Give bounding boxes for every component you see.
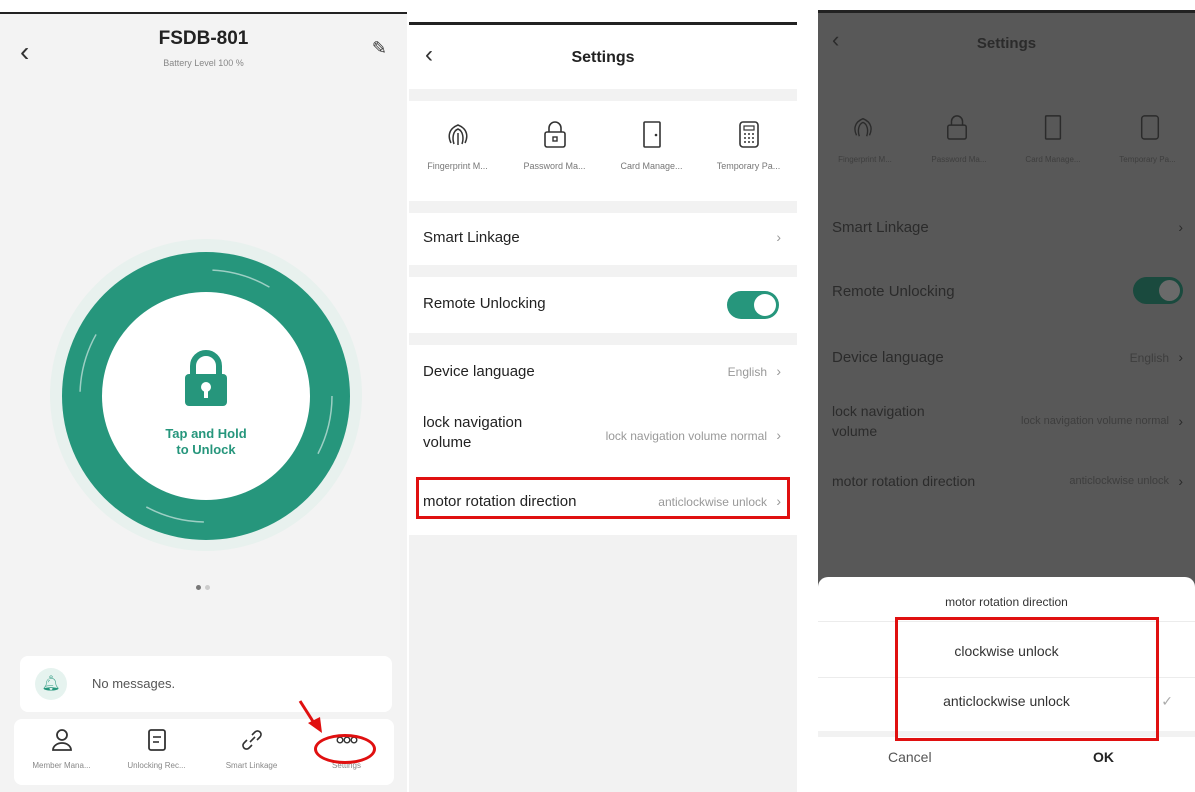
nav-volume-label: lock navigation volume [832,401,925,441]
motor-direction-value: anticlockwise unlock [1069,475,1169,487]
lock-icon [947,115,967,140]
keypad-icon [1140,115,1160,140]
quick-label: Fingerprint M... [427,161,488,171]
smart-linkage-label: Smart Linkage [832,219,929,236]
link-icon [241,730,262,750]
page-dot-active [196,585,201,590]
tab-label: Unlocking Rec... [127,761,186,770]
quick-actions-dimmed: Fingerprint M... Password Ma... Card Man… [818,105,1195,185]
toggle-knob [754,294,776,316]
chevron-right-icon: › [1178,413,1183,429]
remote-unlocking-label: Remote Unlocking [423,295,546,312]
person-icon [51,729,72,751]
device-language-row[interactable]: Device language English › [409,345,797,399]
tab-unlocking-records[interactable]: Unlocking Rec... [109,719,204,785]
lock-icon [543,121,566,148]
ok-button[interactable]: OK [1093,749,1114,765]
chevron-right-icon: › [776,363,781,379]
settings-screen: ‹ Settings Fingerprint M... Password Ma.… [409,22,797,792]
door-icon [642,121,661,148]
device-language-label: Device language [832,349,944,366]
chevron-right-icon: › [1178,349,1183,365]
nav-volume-label-line2: volume [832,423,878,439]
chevron-right-icon: › [1178,219,1183,235]
remote-unlocking-row: Remote Unlocking [409,277,797,333]
nav-volume-value: lock navigation volume normal [605,429,767,443]
page-indicator [196,577,214,595]
header: ‹ FSDB-801 Battery Level 100 % ✎ [0,14,407,84]
quick-temporary[interactable]: Temporary Pa... [700,119,797,171]
fingerprint-icon [448,124,467,145]
smart-linkage-row[interactable]: Smart Linkage › [409,213,797,265]
tab-label: Smart Linkage [225,761,278,770]
cancel-button[interactable]: Cancel [888,749,932,765]
remote-unlocking-label: Remote Unlocking [832,283,955,300]
chevron-right-icon: › [776,229,781,245]
chevron-right-icon: › [1178,473,1183,489]
header: ‹ Settings [409,25,797,89]
battery-level: Battery Level 100 % [163,58,244,68]
bell-icon: 🔔︎ [35,668,67,700]
lock-home-screen: ‹ FSDB-801 Battery Level 100 % ✎ Tap and… [0,12,407,792]
unlock-instruction-line2: to Unlock [176,442,236,457]
toggle-knob [1159,280,1180,301]
check-icon: ✓ [1161,693,1173,709]
quick-label: Password Ma... [523,161,586,171]
remote-unlocking-toggle [1133,277,1183,304]
nav-volume-label: lock navigation volume [423,413,522,453]
messages-card[interactable]: 🔔︎ No messages. [20,656,392,712]
messages-text: No messages. [92,676,176,691]
device-language-value: English [727,365,767,379]
highlight-box [895,617,1159,741]
tab-label: Member Mana... [32,761,91,770]
highlight-oval [314,734,376,764]
bottom-tabbar: Member Mana... Unlocking Rec... Smart Li… [14,719,394,785]
page-title: Settings [571,49,635,66]
nav-volume-label-line1: lock navigation [832,403,925,419]
edit-icon[interactable]: ✎ [372,38,387,59]
padlock-icon [185,350,227,406]
device-language-label: Device language [423,363,535,380]
motor-direction-label: motor rotation direction [832,473,976,489]
tab-member-management[interactable]: Member Mana... [14,719,109,785]
direction-action-sheet: motor rotation direction clockwise unloc… [818,577,1195,792]
unlock-instruction: Tap and Hold to Unlock [102,426,310,458]
device-language-value: English [1129,351,1169,365]
unlock-instruction-line1: Tap and Hold [165,426,247,441]
quick-label: Fingerprint M... [838,155,892,164]
direction-picker-screen: ‹ Settings Fingerprint M... Password Ma.… [818,10,1195,792]
keypad-icon [738,121,759,148]
quick-label: Card Manage... [620,161,683,171]
quick-password[interactable]: Password Ma... [506,119,603,171]
page-title: Settings [976,35,1037,52]
fingerprint-icon [854,117,872,137]
device-title: FSDB-801 [158,28,249,49]
arrow-annotation-icon [298,700,322,733]
quick-fingerprint[interactable]: Fingerprint M... [409,119,506,171]
sheet-title: motor rotation direction [945,595,1068,609]
quick-label: Card Manage... [1025,155,1081,164]
quick-label: Temporary Pa... [1119,155,1176,164]
smart-linkage-label: Smart Linkage [423,229,520,246]
quick-card[interactable]: Card Manage... [603,119,700,171]
quick-label: Password Ma... [931,155,987,164]
highlight-box [416,477,790,519]
remote-unlocking-toggle[interactable] [727,291,779,319]
door-icon [1044,115,1062,140]
nav-volume-label-line1: lock navigation [423,414,523,431]
tab-smart-linkage[interactable]: Smart Linkage [204,719,299,785]
page-dot [205,585,210,590]
nav-volume-label-line2: volume [423,434,472,451]
document-icon [147,729,166,751]
nav-volume-value: lock navigation volume normal [1021,415,1169,427]
chevron-right-icon: › [776,427,781,443]
quick-label: Temporary Pa... [716,161,781,171]
nav-volume-row[interactable]: lock navigation volume lock navigation v… [409,399,797,469]
quick-actions: Fingerprint M... Password Ma... Card Man… [409,101,797,201]
